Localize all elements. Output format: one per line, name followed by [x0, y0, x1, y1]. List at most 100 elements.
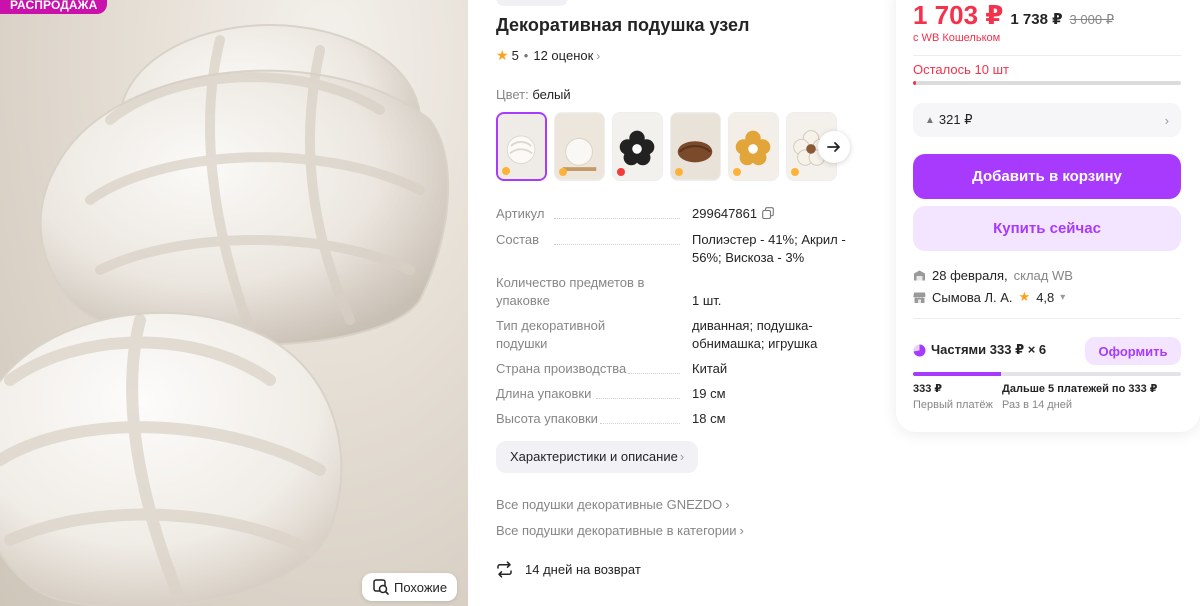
triangle-up-icon: ▲: [925, 114, 935, 126]
star-icon: ★: [496, 47, 509, 63]
issue-installments-button[interactable]: Оформить: [1085, 337, 1181, 365]
price-old: 3 000 ₽: [1069, 12, 1114, 27]
product-photo: [0, 24, 450, 606]
swatch-badge: [791, 168, 799, 176]
spec-dots: [596, 398, 680, 399]
chevron-down-icon: ▾: [1060, 291, 1066, 303]
spec-key: Тип декоративной подушки: [496, 318, 606, 351]
rating-value: 5: [511, 48, 519, 63]
first-payment-amount: 333 ₽: [913, 383, 943, 395]
spec-value: Полиэстер - 41%; Акрил - 56%; Вискоза - …: [692, 232, 846, 265]
swatch-white-chair[interactable]: [554, 112, 605, 181]
delivery-date: 28 февраля,: [932, 268, 1008, 283]
spec-value: Китай: [692, 361, 728, 376]
swatch-yellow-flower[interactable]: [728, 112, 779, 181]
installments-bar: [913, 372, 1181, 376]
category-link[interactable]: Все подушки декоративные в категории ›: [496, 523, 744, 538]
article-number: 299647861: [692, 206, 758, 221]
chevron-right-icon: ›: [739, 523, 744, 538]
characteristics-button[interactable]: Характеристики и описание ›: [496, 441, 699, 473]
first-payment-caption: Первый платёж: [913, 399, 993, 411]
price-main: 1 703 ₽: [913, 0, 1004, 30]
spec-value: 18 см: [692, 411, 726, 426]
stock-note: Осталось 10 шт: [913, 62, 1009, 77]
brand-chip[interactable]: [496, 0, 568, 6]
sale-badge: РАСПРОДАЖА: [0, 0, 108, 14]
divider: [913, 318, 1181, 319]
return-policy: 14 дней на возврат: [496, 561, 641, 578]
swatch-brown-knot[interactable]: [670, 112, 721, 181]
rest-payments-caption: Раз в 14 дней: [1002, 399, 1073, 411]
category-link-label: Все подушки декоративные в категории: [496, 523, 737, 538]
add-to-cart-button[interactable]: Добавить в корзину: [913, 154, 1181, 199]
points-row[interactable]: ▲ 321 ₽ ›: [913, 103, 1181, 137]
price-regular: 1 738 ₽: [1010, 11, 1063, 28]
product-page: РАСПРОДАЖА Похожие Декоративная подушка …: [0, 0, 1200, 606]
spec-value: диванная; подушка-обнимашка; игрушка: [692, 318, 818, 351]
color-line: Цвет: белый: [496, 87, 571, 102]
spec-dots: [554, 244, 680, 245]
rating-row[interactable]: ★ 5 • 12 оценок ›: [496, 47, 600, 64]
divider: [913, 55, 1181, 56]
swatch-white-knot[interactable]: [496, 112, 547, 181]
points-value: 321 ₽: [938, 112, 973, 127]
stock-bar-fill: [913, 81, 916, 85]
chevron-right-icon: ›: [679, 449, 685, 464]
chevron-right-icon: ›: [596, 48, 601, 63]
spec-value[interactable]: 299647861: [692, 205, 854, 223]
installments-text: Частями 333 ₽ × 6: [931, 342, 1047, 357]
spec-dots: [600, 423, 680, 424]
copy-icon[interactable]: [762, 207, 774, 219]
star-icon: ★: [1018, 289, 1031, 304]
color-value: белый: [532, 87, 571, 102]
pie-icon: [913, 343, 926, 356]
chevron-right-icon: ›: [1164, 112, 1169, 128]
return-arrows-icon: [497, 561, 512, 578]
spec-key: Количество предметов в упаковке: [496, 275, 645, 308]
swatch-badge: [617, 168, 625, 176]
color-label: Цвет:: [496, 87, 529, 102]
brand-link[interactable]: Все подушки декоративные GNEZDO ›: [496, 497, 730, 512]
spec-dots: [628, 373, 680, 374]
spec-key: Состав: [496, 232, 540, 247]
delivery-place: склад WB: [1013, 268, 1073, 283]
arrow-right-icon: [827, 142, 840, 152]
similar-label: Похожие: [394, 579, 448, 595]
installments-label: Частями 333 ₽ × 6: [913, 342, 1046, 358]
spec-key: Артикул: [496, 206, 545, 221]
color-swatches: [496, 112, 837, 181]
first-payment: 333 ₽ Первый платёж: [913, 382, 993, 411]
brand-link-label: Все подушки декоративные GNEZDO: [496, 497, 723, 512]
spec-key: Страна производства: [496, 361, 627, 376]
warehouse-icon: [914, 270, 925, 281]
shop-icon: [913, 292, 926, 303]
return-text: 14 дней на возврат: [525, 562, 641, 577]
swatch-badge: [675, 168, 683, 176]
chevron-right-icon: ›: [725, 497, 730, 512]
buy-card: 1 703 ₽ 1 738 ₽ 3 000 ₽ с WB Кошельком О…: [896, 0, 1200, 432]
seller-name: Сымова Л. А.: [932, 289, 1013, 305]
swatch-badge: [502, 167, 510, 175]
installments-bar-fill: [913, 372, 1002, 376]
seller-info[interactable]: Сымова Л. А. ★ 4,8 ▾: [913, 289, 1065, 305]
stock-bar: [913, 81, 1181, 85]
characteristics-label: Характеристики и описание: [510, 449, 678, 464]
swatch-badge: [733, 168, 741, 176]
spec-key: Высота упаковки: [496, 411, 598, 426]
swatch-badge: [559, 168, 567, 176]
delivery-info: 28 февраля, склад WB: [913, 268, 1073, 283]
reviews-count: 12 оценок: [533, 48, 594, 63]
swatches-next-button[interactable]: [818, 131, 850, 163]
wallet-note: с WB Кошельком: [913, 32, 1001, 44]
product-gallery[interactable]: РАСПРОДАЖА Похожие: [0, 0, 468, 606]
similar-search-icon: [373, 579, 389, 595]
swatch-black-flower[interactable]: [612, 112, 663, 181]
spec-key: Длина упаковки: [496, 386, 592, 401]
rest-payments: Дальше 5 платежей по 333 ₽ Раз в 14 дней: [1002, 382, 1157, 411]
spec-dots: [554, 218, 680, 219]
buy-now-button[interactable]: Купить сейчас: [913, 206, 1181, 251]
price-row: 1 703 ₽ 1 738 ₽ 3 000 ₽: [913, 0, 1114, 31]
similar-button[interactable]: Похожие: [362, 573, 458, 601]
product-title: Декоративная подушка узел: [496, 15, 750, 35]
seller-rating: 4,8: [1036, 289, 1055, 305]
